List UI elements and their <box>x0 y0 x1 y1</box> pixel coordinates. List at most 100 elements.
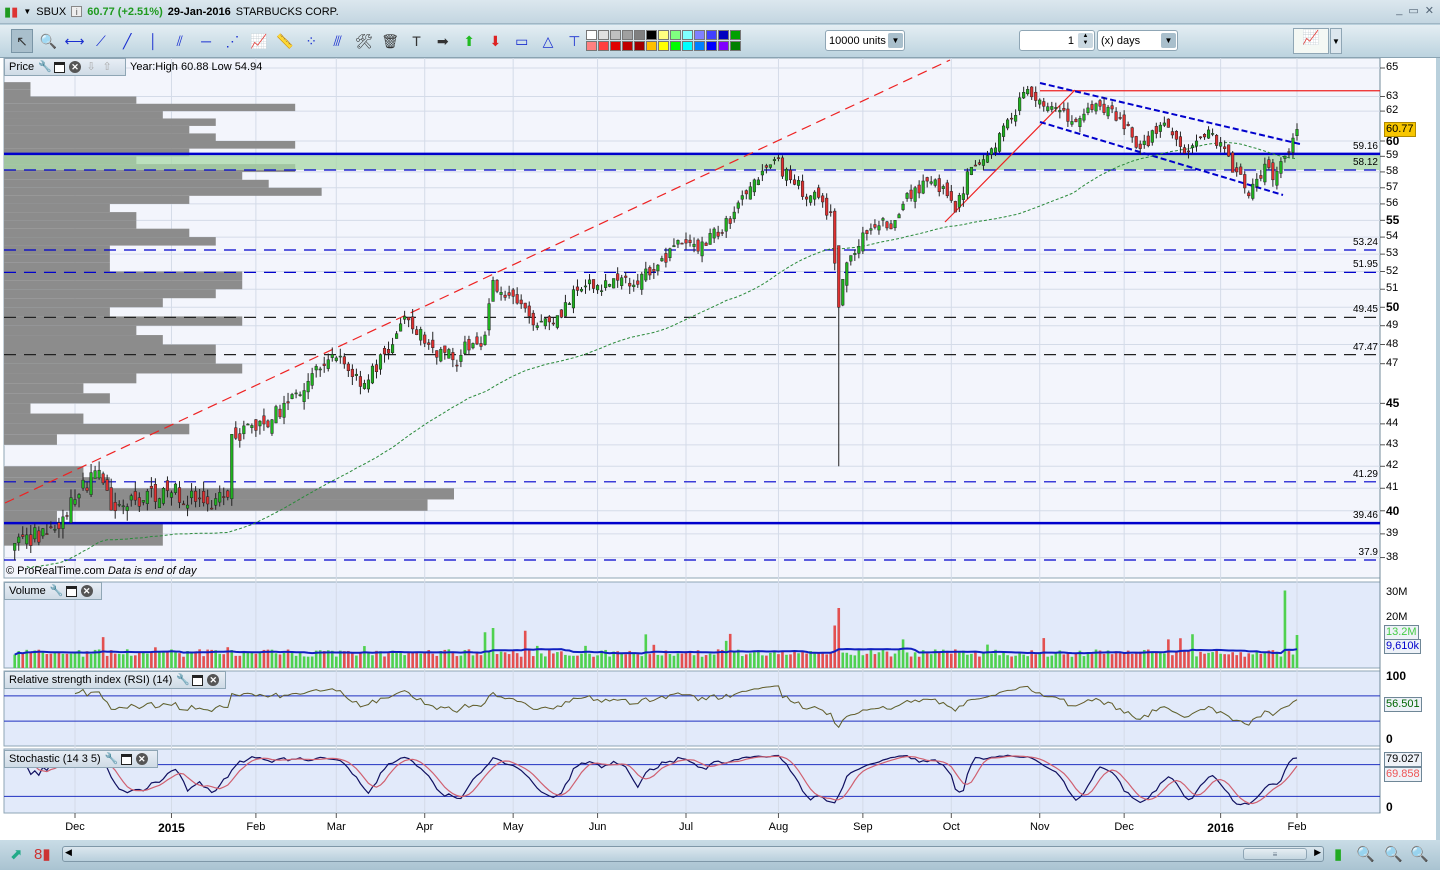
color-swatch[interactable] <box>634 30 645 40</box>
color-swatch[interactable] <box>598 30 609 40</box>
color-swatch[interactable] <box>646 41 657 51</box>
line-tool-icon[interactable]: ╱ <box>116 29 138 53</box>
color-swatch[interactable] <box>718 41 729 51</box>
volume-bar <box>580 653 583 668</box>
scrollbar-thumb[interactable]: ≡ <box>1243 848 1307 860</box>
color-swatch[interactable] <box>634 41 645 51</box>
zoom-vertical-icon[interactable]: 🔍 <box>1356 845 1375 863</box>
arrow-down-tool-icon[interactable]: ⬇ <box>484 29 506 53</box>
points-tool-icon[interactable]: ⁘ <box>300 29 322 53</box>
close-icon[interactable]: ✕ <box>69 61 82 73</box>
rectangle-tool-icon[interactable]: ▭ <box>511 29 533 53</box>
close-icon[interactable]: ✕ <box>135 753 148 765</box>
color-swatch[interactable] <box>658 41 669 51</box>
triangle-tool-icon[interactable]: △ <box>537 29 559 53</box>
color-swatch[interactable] <box>598 41 609 51</box>
stochastic-k-value: 79.027 <box>1384 752 1422 767</box>
indicators-dropdown[interactable]: ▼ <box>1330 28 1342 54</box>
autoscale-icon[interactable]: ▮ <box>1334 845 1342 863</box>
color-swatch[interactable] <box>658 30 669 40</box>
arrow-up-tool-icon[interactable]: ⬆ <box>458 29 480 53</box>
color-swatch[interactable] <box>694 30 705 40</box>
scroll-right-icon[interactable]: ▶ <box>1314 847 1321 858</box>
window-icon[interactable] <box>192 674 204 686</box>
chart-canvas[interactable] <box>0 0 1440 870</box>
text-tool-icon[interactable]: T <box>406 29 428 53</box>
horizontal-scrollbar[interactable]: ◀ ≡ ▶ <box>62 846 1324 862</box>
color-swatch[interactable] <box>610 30 621 40</box>
vertical-line-tool-icon[interactable]: │ <box>143 29 165 53</box>
color-swatch[interactable] <box>682 30 693 40</box>
color-swatch[interactable] <box>622 41 633 51</box>
symbol[interactable]: SBUX <box>36 6 66 18</box>
color-swatch[interactable] <box>646 30 657 40</box>
candle-body <box>226 490 230 498</box>
restore-button[interactable]: ▭ <box>1408 4 1418 17</box>
symbol-dropdown-icon[interactable]: ▼ <box>23 7 31 16</box>
close-button[interactable]: ✕ <box>1425 4 1434 17</box>
minimize-button[interactable]: _ <box>1396 4 1402 17</box>
horizontal-ray-tool-icon[interactable]: ─ <box>195 29 217 53</box>
color-swatch[interactable] <box>730 41 741 51</box>
channel-tool-icon[interactable]: ⫽ <box>169 29 191 53</box>
candle-body <box>1078 118 1082 127</box>
color-swatch[interactable] <box>586 41 597 51</box>
scroll-left-icon[interactable]: ◀ <box>65 847 72 858</box>
color-swatch[interactable] <box>694 41 705 51</box>
color-palette[interactable] <box>586 30 741 51</box>
period-unit-select[interactable]: (x) days ▼ <box>1097 30 1178 51</box>
color-swatch[interactable] <box>670 30 681 40</box>
color-swatch[interactable] <box>586 30 597 40</box>
color-swatch[interactable] <box>610 41 621 51</box>
zoom-out-icon[interactable]: 🔍 <box>1384 845 1403 863</box>
candle-body <box>881 218 885 221</box>
wrench-icon[interactable]: 🔧 <box>105 753 119 765</box>
candle-body <box>101 473 105 484</box>
chevron-down-icon[interactable]: ▼ <box>1161 33 1176 48</box>
trend-tool-tool-icon[interactable]: 📈 <box>248 29 270 53</box>
settings-tool-icon[interactable]: 🛠 <box>353 29 375 53</box>
zoom-tool-icon[interactable]: 🔍 <box>37 29 59 53</box>
candlestick-icon[interactable]: ▮▮ <box>4 4 18 20</box>
candle-body <box>712 228 716 239</box>
segment-tool-icon[interactable]: ⟋ <box>90 29 112 53</box>
chart-type-icon[interactable]: ⬈ <box>10 845 23 863</box>
color-swatch[interactable] <box>730 30 741 40</box>
stepper-arrows-icon[interactable]: ▲ ▼ <box>1078 33 1093 48</box>
arrow-right-tool-icon[interactable]: ➡ <box>432 29 454 53</box>
candle-body <box>129 495 133 501</box>
fib-tool-icon[interactable]: ⊤ <box>563 29 585 53</box>
window-icon[interactable] <box>65 585 77 597</box>
units-select[interactable]: 10000 units ▼ <box>825 30 905 51</box>
period-stepper[interactable]: 1 ▲ ▼ <box>1019 30 1095 51</box>
wrench-icon[interactable]: 🔧 <box>38 61 52 73</box>
indicators-button[interactable]: 📈 <box>1293 28 1329 54</box>
parallel-tool-icon[interactable]: ⫻ <box>327 29 349 53</box>
zoom-in-icon[interactable]: 🔍 <box>1410 845 1429 863</box>
candle-style-icon[interactable]: 8▮ <box>34 845 51 863</box>
close-icon[interactable]: ✕ <box>80 585 93 597</box>
fan-tool-icon[interactable]: ⋰ <box>221 29 243 53</box>
color-swatch[interactable] <box>706 41 717 51</box>
color-swatch[interactable] <box>718 30 729 40</box>
move-up-icon[interactable]: ⇧ <box>101 61 113 73</box>
window-icon[interactable] <box>120 753 132 765</box>
color-swatch[interactable] <box>706 30 717 40</box>
candle-body <box>483 334 487 345</box>
horizontal-line-tool-icon[interactable]: ⟷ <box>64 29 86 53</box>
info-icon[interactable]: i <box>71 6 83 17</box>
wrench-icon[interactable]: 🔧 <box>50 585 64 597</box>
color-swatch[interactable] <box>670 41 681 51</box>
color-swatch[interactable] <box>622 30 633 40</box>
move-down-icon[interactable]: ⇩ <box>85 61 97 73</box>
pointer-tool-icon[interactable]: ↖ <box>11 29 33 53</box>
chevron-down-icon[interactable]: ▼ <box>888 33 903 48</box>
color-swatch[interactable] <box>682 41 693 51</box>
window-icon[interactable] <box>54 61 66 73</box>
volume-bar <box>234 655 238 668</box>
ruler-tool-icon[interactable]: 📏 <box>274 29 296 53</box>
delete-tool-icon[interactable]: 🗑 <box>379 29 401 53</box>
close-icon[interactable]: ✕ <box>207 674 220 686</box>
wrench-icon[interactable]: 🔧 <box>176 674 190 686</box>
volume-bar <box>905 652 909 668</box>
